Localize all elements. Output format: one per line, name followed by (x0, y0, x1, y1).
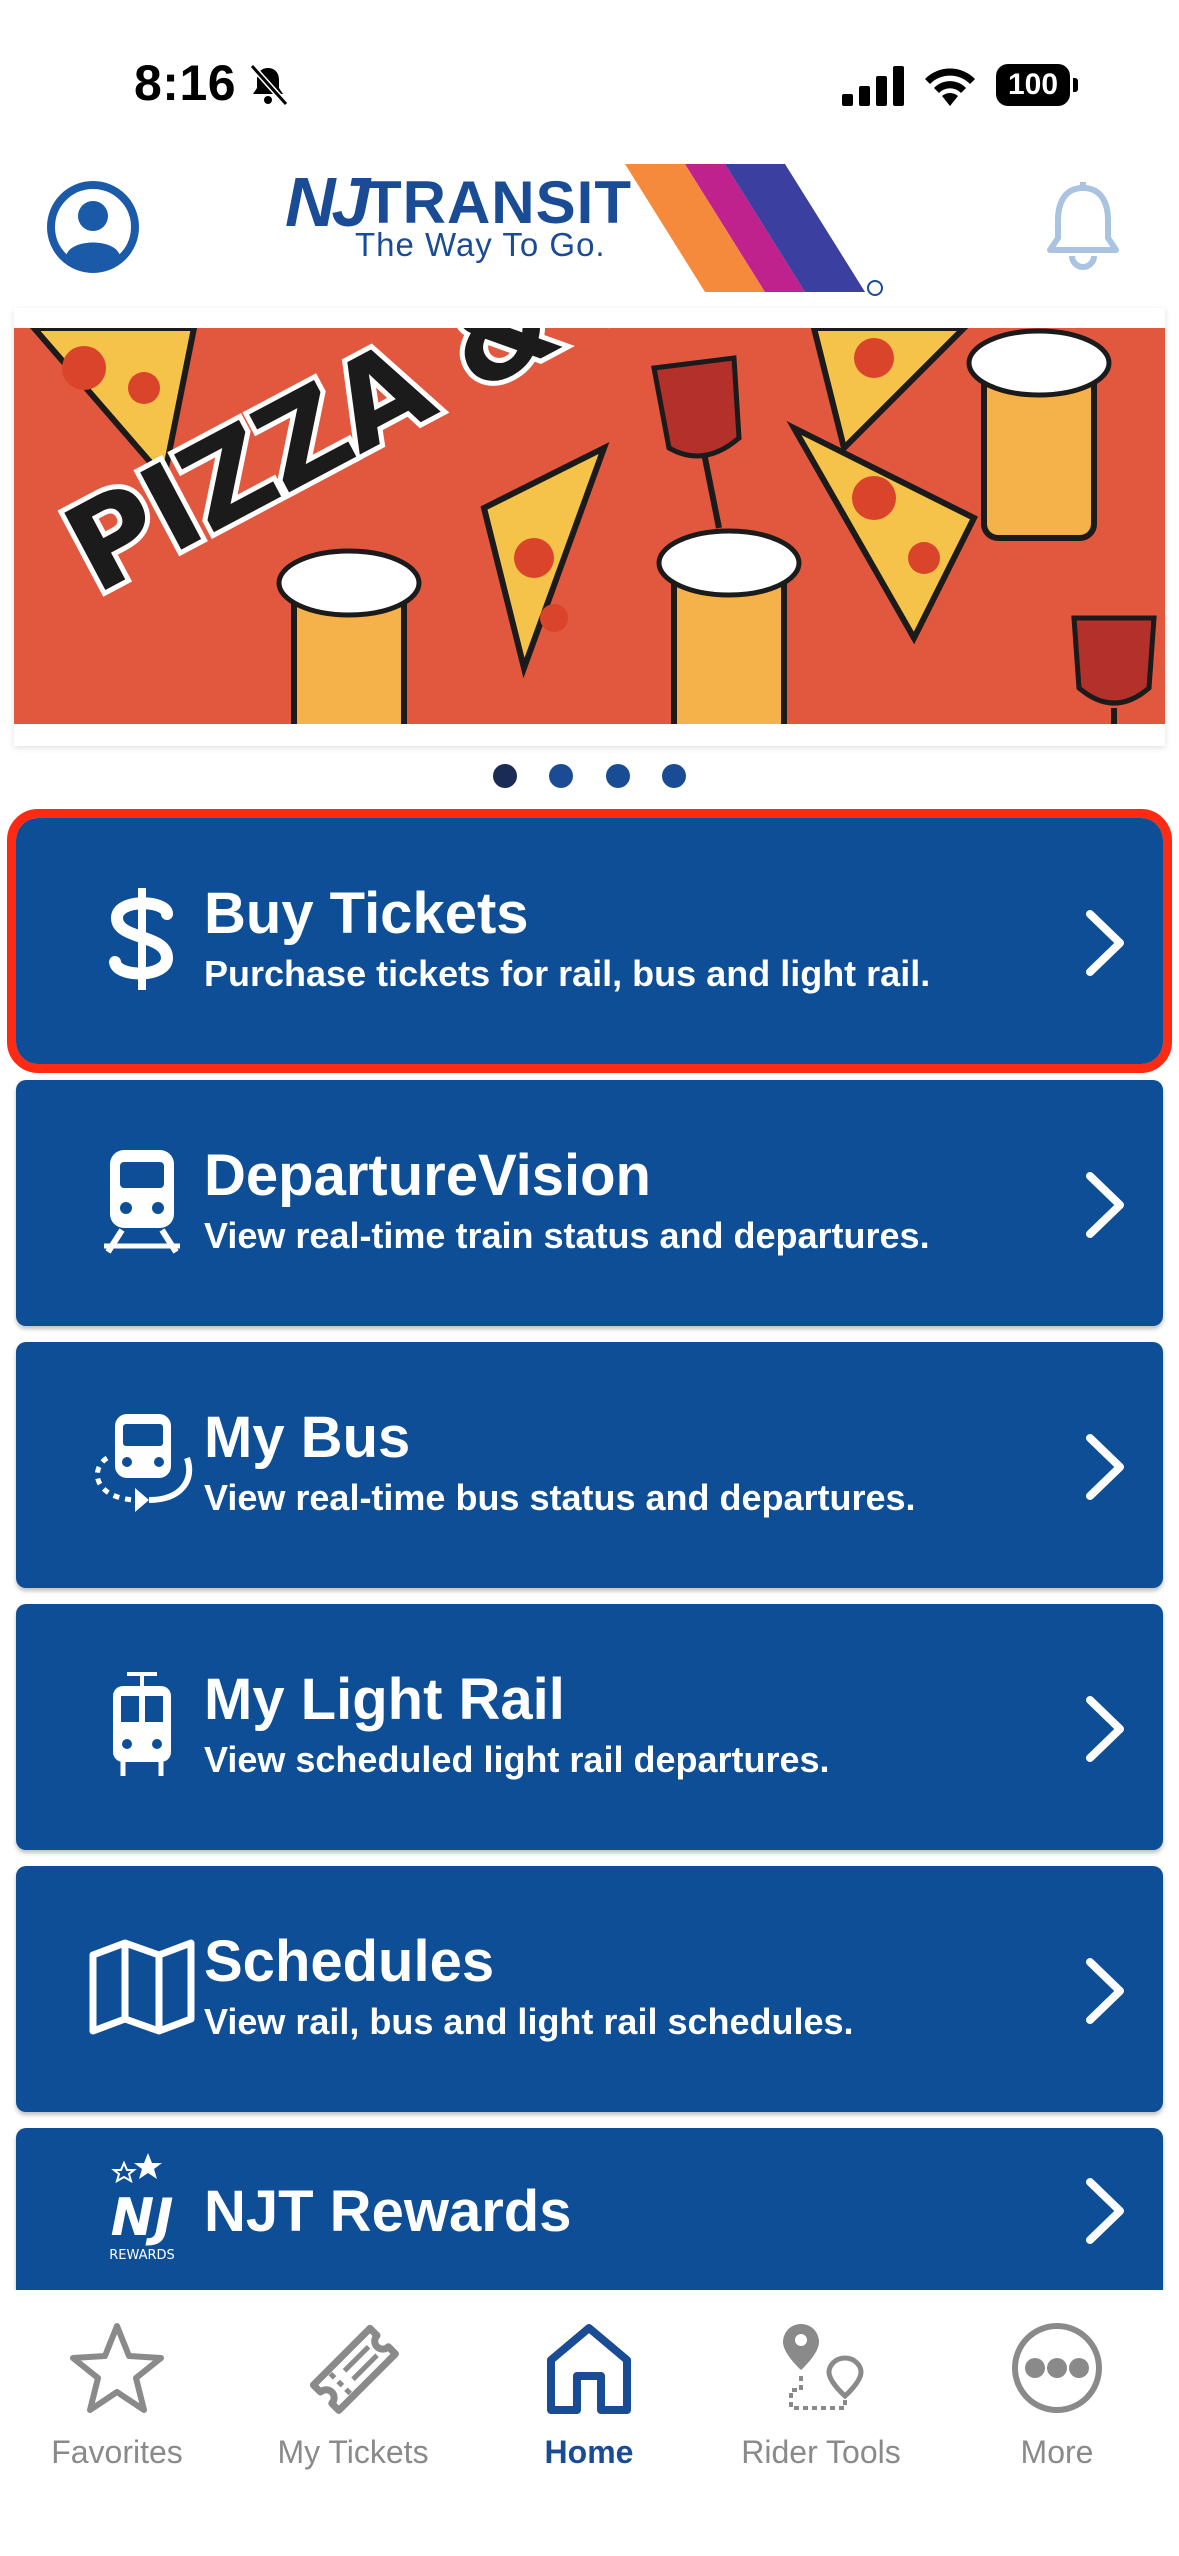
logo-stripes-graphic (625, 164, 883, 296)
tab-more[interactable]: More (942, 2318, 1172, 2470)
wifi-icon (925, 68, 975, 106)
home-icon (547, 2324, 631, 2414)
carousel-dot-4[interactable] (662, 764, 687, 788)
chevron-right-icon (1086, 1958, 1124, 2024)
my-bus-subtitle: View real-time bus status and departures… (204, 1477, 916, 1518)
chevron-right-icon (1086, 1696, 1124, 1762)
buy-tickets-button[interactable]: Buy Tickets Purchase tickets for rail, b… (7, 809, 1172, 1073)
my-bus-button[interactable]: My Bus View real-time bus status and dep… (16, 1342, 1163, 1588)
tab-favorites[interactable]: Favorites (2, 2318, 232, 2470)
bell-muted-icon (249, 63, 289, 106)
tab-home-label: Home (544, 2434, 634, 2470)
carousel-page-indicator[interactable] (0, 764, 1179, 794)
svg-text:NJ: NJ (111, 2188, 174, 2248)
battery-level: 100 (996, 64, 1070, 106)
tab-more-label: More (1020, 2434, 1094, 2470)
light-rail-icon (72, 1660, 212, 1790)
bus-icon (72, 1398, 212, 1528)
tab-favorites-label: Favorites (51, 2434, 183, 2470)
tab-rider-tools[interactable]: Rider Tools (706, 2318, 936, 2470)
battery-indicator: 100 (996, 64, 1078, 106)
my-light-rail-title: My Light Rail (204, 1667, 565, 1732)
more-dots-icon (1012, 2323, 1102, 2413)
buy-tickets-title: Buy Tickets (204, 881, 529, 946)
ticket-icon (309, 2324, 399, 2414)
schedules-subtitle: View rail, bus and light rail schedules. (204, 2001, 854, 2042)
route-pin-icon (783, 2324, 864, 2410)
carousel-dot-1[interactable] (492, 764, 517, 788)
tab-home[interactable]: Home (474, 2318, 704, 2470)
dollar-icon (72, 874, 212, 1004)
chevron-right-icon (1086, 2178, 1124, 2244)
departurevision-button[interactable]: DepartureVision View real-time train sta… (16, 1080, 1163, 1326)
logo-tagline: The Way To Go. (355, 226, 606, 263)
njt-rewards-title: NJT Rewards (204, 2179, 572, 2244)
njt-rewards-button[interactable]: NJ REWARDS NJT Rewards (16, 2128, 1163, 2290)
chevron-right-icon (1086, 1172, 1124, 1238)
map-icon (72, 1922, 212, 2052)
banner-image: PIZZA & PINTS (14, 328, 1165, 724)
status-bar: 8:16 100 (0, 0, 1179, 150)
profile-avatar-icon[interactable] (46, 180, 140, 274)
nj-transit-logo: NJ TRANSIT The Way To Go. (285, 156, 895, 298)
departurevision-title: DepartureVision (204, 1143, 651, 1208)
cellular-signal-icon (842, 66, 904, 106)
tab-my-tickets[interactable]: My Tickets (238, 2318, 468, 2470)
chevron-right-icon (1086, 910, 1124, 976)
bottom-tab-bar: Favorites My Tickets Home Rider Tools Mo… (0, 2290, 1179, 2556)
tab-rider-tools-label: Rider Tools (741, 2434, 901, 2470)
promo-banner[interactable]: PIZZA & PINTS (14, 308, 1165, 746)
buy-tickets-subtitle: Purchase tickets for rail, bus and light… (204, 953, 931, 994)
departurevision-subtitle: View real-time train status and departur… (204, 1215, 930, 1256)
schedules-button[interactable]: Schedules View rail, bus and light rail … (16, 1866, 1163, 2112)
my-light-rail-button[interactable]: My Light Rail View scheduled light rail … (16, 1604, 1163, 1850)
carousel-dot-3[interactable] (605, 764, 630, 788)
schedules-title: Schedules (204, 1929, 495, 1994)
chevron-right-icon (1086, 1434, 1124, 1500)
tab-my-tickets-label: My Tickets (277, 2434, 429, 2470)
my-bus-title: My Bus (204, 1405, 411, 1470)
app-header: NJ TRANSIT The Way To Go. (0, 150, 1179, 300)
notifications-bell-icon[interactable] (1042, 180, 1124, 272)
svg-text:REWARDS: REWARDS (109, 2248, 175, 2263)
star-icon (70, 2323, 164, 2413)
train-icon (72, 1136, 212, 1266)
status-time: 8:16 (134, 55, 237, 111)
rewards-icon: NJ REWARDS (72, 2144, 212, 2274)
my-light-rail-subtitle: View scheduled light rail departures. (204, 1739, 830, 1780)
carousel-dot-2[interactable] (549, 764, 574, 788)
